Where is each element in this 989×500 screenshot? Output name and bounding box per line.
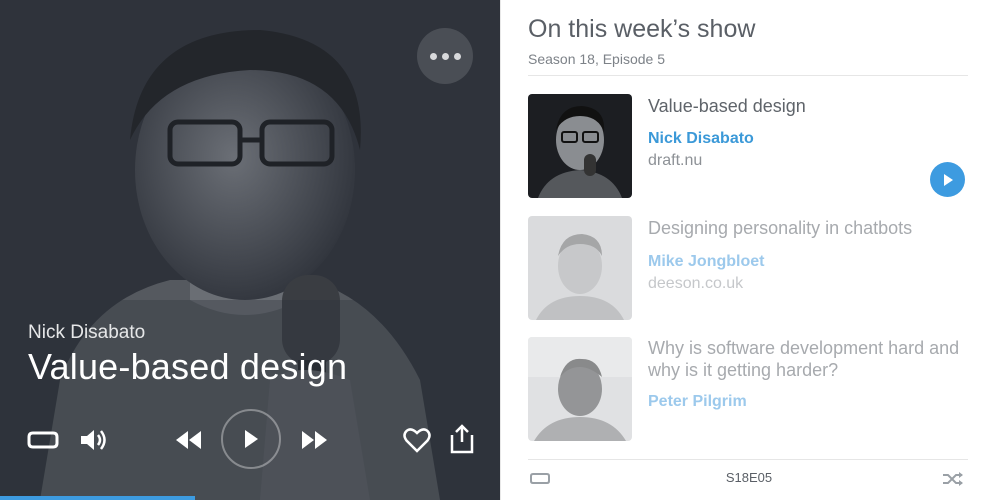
episode-speaker[interactable]: Nick Disabato [648,130,754,148]
more-options-button[interactable] [417,28,473,84]
play-icon [245,430,258,448]
shuffle-icon [943,472,963,486]
fast-forward-button[interactable] [297,424,333,456]
episode-title: Value-based design [648,96,806,116]
progress-bar[interactable] [0,496,500,500]
repeat-button[interactable] [528,471,552,487]
now-playing-panel: Nick Disabato Value-based design [0,0,500,500]
now-playing-speaker: Nick Disabato [28,322,146,343]
fast-forward-icon [302,431,327,449]
progress-fill [0,496,195,500]
volume-icon [81,430,106,450]
play-button[interactable] [221,409,281,469]
season-episode-label: Season 18, Episode 5 [528,51,665,67]
episode-item[interactable]: Why is software development hard and why… [528,337,968,441]
episode-speaker[interactable]: Mike Jongbloet [648,253,764,271]
episode-speaker[interactable]: Peter Pilgrim [648,393,747,411]
rewind-icon [176,431,201,449]
play-icon [943,173,953,186]
heart-icon [403,428,431,453]
episode-thumbnail [528,94,632,198]
episode-play-button[interactable] [930,162,965,197]
episode-thumbnail [528,337,632,441]
volume-button[interactable] [76,424,110,456]
episode-title: Designing personality in chatbots [648,218,913,238]
episode-title: Why is software development hard and why… [648,338,960,380]
episode-site[interactable]: deeson.co.uk [648,275,743,293]
header-divider [528,75,968,76]
more-icon [429,52,437,60]
panel-heading: On this week’s show [528,15,756,43]
repeat-button[interactable] [26,424,60,456]
episode-item[interactable]: Value-based design Nick Disabato draft.n… [528,94,968,198]
episode-site[interactable]: draft.nu [648,152,702,170]
now-playing-title: Value-based design [28,346,348,387]
episode-item[interactable]: Designing personality in chatbots Mike J… [528,216,968,320]
footer-divider [528,459,968,460]
episode-code: S18E05 [725,470,773,485]
share-icon [450,424,474,454]
rewind-button[interactable] [170,424,206,456]
share-button[interactable] [447,422,477,456]
repeat-icon [530,473,550,484]
episode-thumbnail [528,216,632,320]
favorite-button[interactable] [401,424,433,456]
shuffle-button[interactable] [941,471,965,487]
repeat-icon [27,431,59,449]
episode-list-panel: On this week’s show Season 18, Episode 5… [500,0,989,500]
